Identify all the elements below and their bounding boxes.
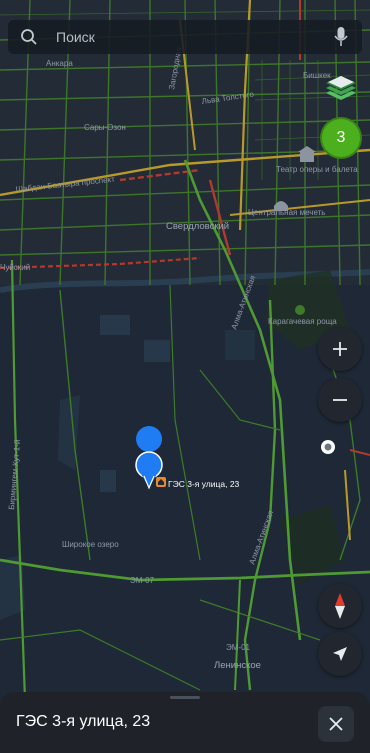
map-label-karagachevaya: Карагачевая роща [268, 317, 337, 326]
search-input[interactable]: Поиск [56, 29, 95, 45]
close-icon [329, 717, 343, 731]
map-label-theatre: Театр оперы и балета [276, 165, 358, 174]
sheet-title: ГЭС 3-я улица, 23 [16, 713, 151, 730]
microphone-icon[interactable] [334, 27, 348, 47]
park-poi-icon [295, 305, 305, 315]
search-icon [21, 29, 37, 45]
layers-icon[interactable] [322, 68, 360, 106]
compass-button[interactable] [318, 584, 362, 628]
zoom-in-icon [333, 342, 347, 356]
traffic-level-badge[interactable]: 3 [320, 117, 362, 159]
close-button[interactable] [318, 706, 354, 742]
navigation-arrow-icon [333, 647, 347, 661]
map-label-em07: ЭМ-07 [130, 576, 155, 585]
navigation-button[interactable] [318, 632, 362, 676]
map-canvas[interactable]: Анкара Бишкек Льва Толстого Сары-Озон Ша… [0, 0, 370, 753]
map-label-chuy: Чуйский [0, 263, 30, 272]
compass-icon [335, 593, 345, 619]
bottom-sheet[interactable]: ГЭС 3-я улица, 23 [0, 692, 370, 753]
sheet-handle[interactable] [170, 696, 200, 699]
map-label-shirokoe: Широкое озеро [62, 540, 119, 549]
zoom-out-icon [333, 399, 347, 401]
zoom-in-button[interactable] [318, 327, 362, 371]
search-bar[interactable]: Поиск [8, 20, 362, 54]
marker-label: ГЭС 3-я улица, 23 [168, 479, 240, 489]
map-label-leninskoe: Ленинское [214, 660, 261, 671]
home-poi-icon [156, 477, 166, 487]
location-dot-icon [321, 440, 335, 454]
my-location-button[interactable] [306, 425, 350, 469]
map-label-sverdlovsky: Свердловский [166, 221, 229, 232]
map-label-em01: ЭМ-01 [226, 643, 251, 652]
zoom-out-button[interactable] [318, 378, 362, 422]
map-label-sary-ozon: Сары-Озон [84, 123, 126, 132]
map-label-ankara: Анкара [46, 59, 73, 68]
